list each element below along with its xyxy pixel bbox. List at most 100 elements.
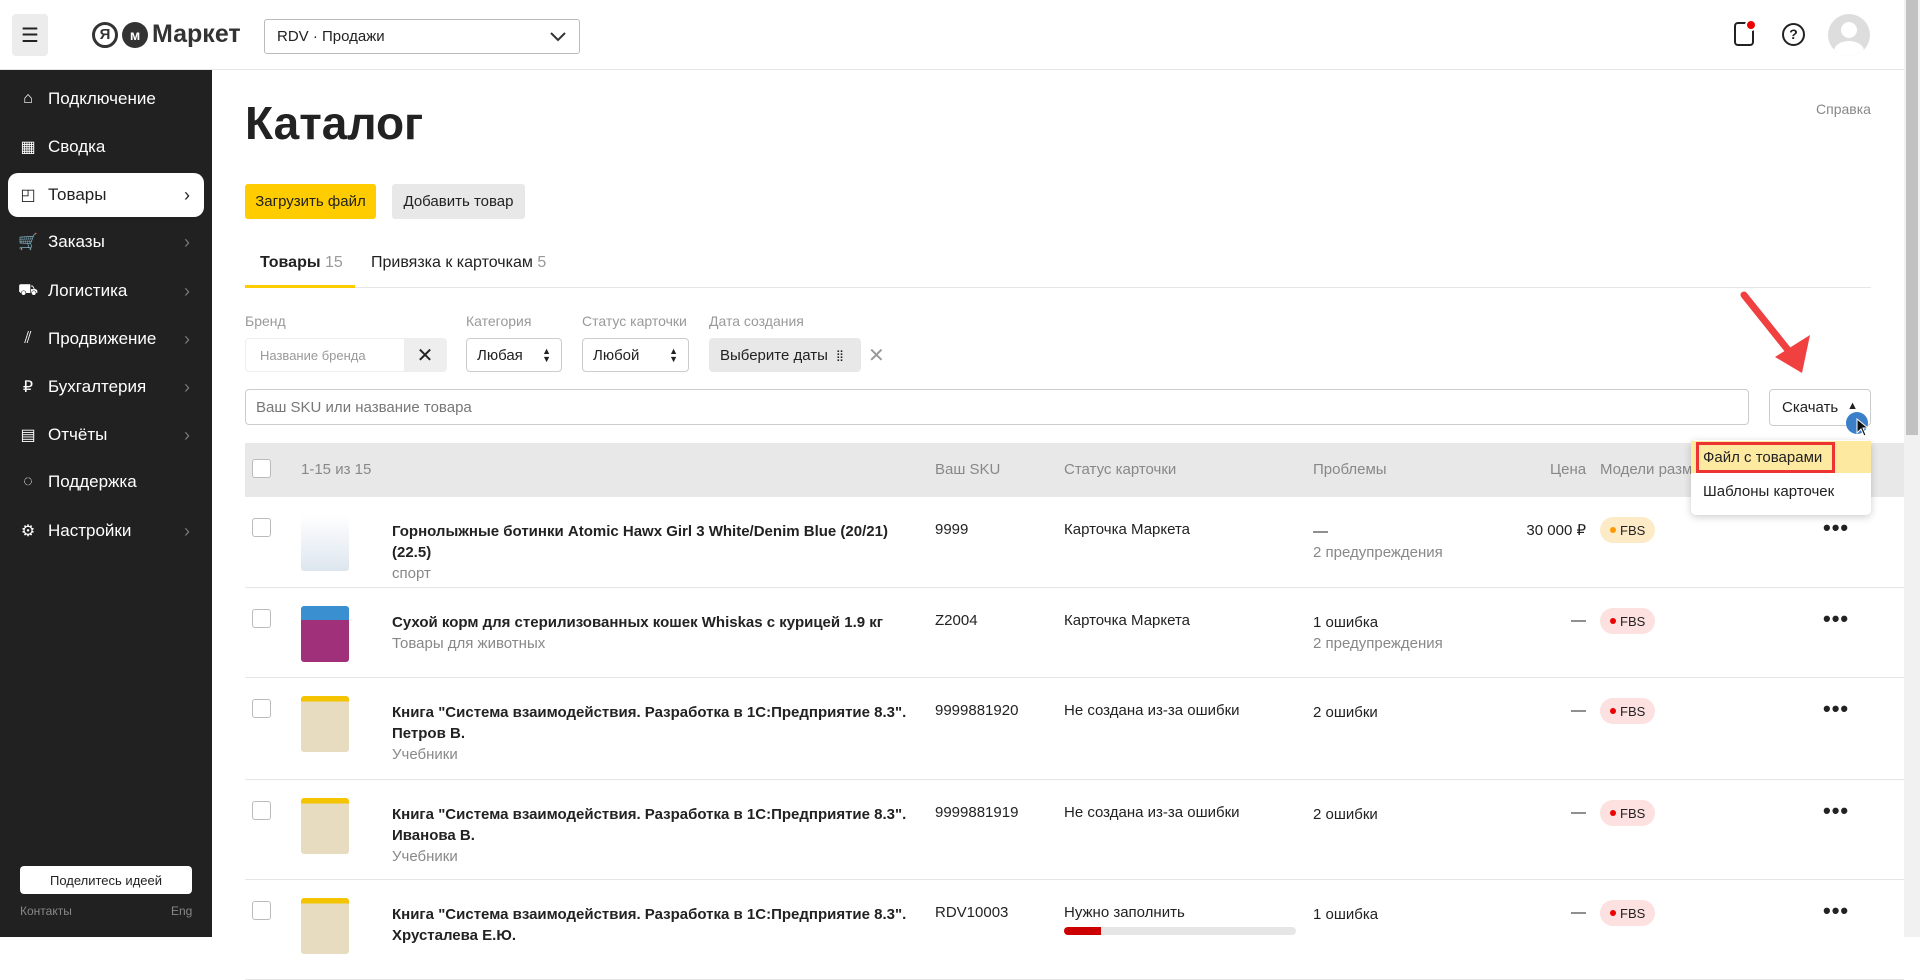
sidebar-item-5[interactable]: ⫽ Продвижение › [8,317,204,361]
clear-brand-icon[interactable]: ✕ [404,339,446,371]
chevron-down-icon [550,31,566,41]
date-picker-button[interactable]: Выберите даты ⣿ [709,338,861,372]
active-tab-indicator [245,285,355,288]
product-name[interactable]: Книга "Система взаимодействия. Разработк… [392,702,912,765]
model-badge: FBS [1600,517,1656,543]
scrollbar-thumb[interactable] [1906,0,1918,435]
status-select[interactable]: Любой ▲ ▼ [582,338,689,372]
table-row[interactable]: Горнолыжные ботинки Atomic Hawx Girl 3 W… [245,497,1904,588]
search-input[interactable]: Ваш SKU или название товара [245,389,1749,425]
product-name[interactable]: Горнолыжные ботинки Atomic Hawx Girl 3 W… [392,521,912,584]
brand-input[interactable]: Название бренда ✕ [245,338,447,372]
chevron-right-icon: › [184,376,190,397]
product-image[interactable] [301,515,349,571]
table-header: 1-15 из 15 Ваш SKU Статус карточки Пробл… [245,443,1904,497]
more-actions-icon[interactable]: ••• [1823,515,1849,541]
category-label: Категория [466,313,532,329]
category-select[interactable]: Любая ▲ ▼ [466,338,562,372]
sidebar-item-3[interactable]: 🛒 Заказы › [8,220,204,264]
chevron-right-icon: › [184,184,190,205]
menu-button[interactable]: ☰ [12,14,48,56]
sidebar-item-9[interactable]: ⚙ Настройки › [8,509,204,553]
col-price[interactable]: Цена [1550,461,1586,478]
row-checkbox[interactable] [252,699,271,718]
card-status: Карточка Маркета [1064,521,1190,538]
notification-dot [1745,19,1757,31]
help-link[interactable]: Справка [1816,101,1871,117]
row-checkbox[interactable] [252,901,271,920]
product-name[interactable]: Книга "Система взаимодействия. Разработк… [392,804,912,867]
page-title: Каталог [245,97,424,149]
sidebar-item-1[interactable]: ▦ Сводка [8,125,204,169]
sidebar-item-8[interactable]: ◌ Поддержка [8,460,204,504]
sku: 9999881919 [935,804,1019,821]
report-icon: ▤ [20,427,36,444]
more-actions-icon[interactable]: ••• [1823,606,1849,632]
tab-products[interactable]: Товары 15 [260,254,343,272]
col-sku[interactable]: Ваш SKU [935,461,1000,478]
share-idea-button[interactable]: Поделитесь идеей [20,866,192,894]
problems[interactable]: 2 ошибки [1313,804,1378,825]
sidebar-item-label: Настройки [48,521,132,540]
sidebar-item-label: Сводка [48,137,106,156]
sort-icon: ▲ ▼ [669,346,678,364]
table-row[interactable]: Книга "Система взаимодействия. Разработк… [245,780,1904,880]
tabs-divider [245,287,1871,288]
table-row[interactable]: Книга "Система взаимодействия. Разработк… [245,880,1904,980]
more-actions-icon[interactable]: ••• [1823,798,1849,824]
row-checkbox[interactable] [252,801,271,820]
upload-file-button[interactable]: Загрузить файл [245,184,376,219]
select-all-checkbox[interactable] [252,459,271,478]
product-image[interactable] [301,898,349,954]
more-actions-icon[interactable]: ••• [1823,898,1849,924]
product-image[interactable] [301,798,349,854]
caret-up-icon: ▲ [1847,400,1858,412]
table-row[interactable]: Книга "Система взаимодействия. Разработк… [245,678,1904,780]
price: — [1571,612,1586,629]
row-count: 1-15 из 15 [301,461,372,478]
row-checkbox[interactable] [252,518,271,537]
dashboard-icon: ▦ [20,139,36,156]
table-row[interactable]: Сухой корм для стерилизованных кошек Whi… [245,588,1904,678]
sidebar-item-6[interactable]: ₽ Бухгалтерия › [8,365,204,409]
sidebar-item-label: Бухгалтерия [48,377,147,396]
sidebar-item-label: Товары [48,185,107,204]
sidebar-item-4[interactable]: ⛟ Логистика › [8,269,204,313]
sidebar-item-0[interactable]: ⌂ Подключение [8,77,204,121]
problems[interactable]: 1 ошибка 2 предупреждения [1313,612,1443,654]
price: — [1571,702,1586,719]
price: — [1571,804,1586,821]
yandex-market-logo[interactable]: Ям Маркет [92,20,241,49]
avatar[interactable] [1828,14,1870,56]
sidebar-item-label: Подключение [48,89,156,108]
col-models[interactable]: Модели разм [1600,461,1692,478]
tab-card-binding[interactable]: Привязка к карточкам 5 [371,254,546,272]
row-checkbox[interactable] [252,609,271,628]
sku: 9999881920 [935,702,1019,719]
language-link[interactable]: Eng [171,904,192,918]
col-problems[interactable]: Проблемы [1313,461,1387,478]
status-label: Статус карточки [582,313,687,329]
product-image[interactable] [301,696,349,752]
add-product-button[interactable]: Добавить товар [392,184,525,219]
menu-item-products-file[interactable]: Файл с товарами [1691,441,1871,473]
campaign-select[interactable]: RDV · Продажи [264,19,580,54]
product-category: Учебники [392,746,458,763]
product-name[interactable]: Книга "Система взаимодействия. Разработк… [392,904,912,946]
more-actions-icon[interactable]: ••• [1823,696,1849,722]
sku: Z2004 [935,612,978,629]
product-name[interactable]: Сухой корм для стерилизованных кошек Whi… [392,612,912,654]
clear-date-icon[interactable]: ✕ [868,343,885,368]
product-category: Товары для животных [392,635,546,652]
sidebar-item-7[interactable]: ▤ Отчёты › [8,413,204,457]
problems[interactable]: 1 ошибка [1313,904,1378,925]
sidebar-item-label: Отчёты [48,425,108,444]
contacts-link[interactable]: Контакты [20,904,72,918]
sidebar-item-2[interactable]: ◰ Товары › [8,173,204,217]
problems[interactable]: 2 ошибки [1313,702,1378,723]
help-icon[interactable]: ? [1782,23,1805,46]
product-image[interactable] [301,606,349,662]
col-status[interactable]: Статус карточки [1064,461,1176,478]
problems[interactable]: —2 предупреждения [1313,521,1443,563]
menu-item-card-templates[interactable]: Шаблоны карточек [1691,475,1871,507]
